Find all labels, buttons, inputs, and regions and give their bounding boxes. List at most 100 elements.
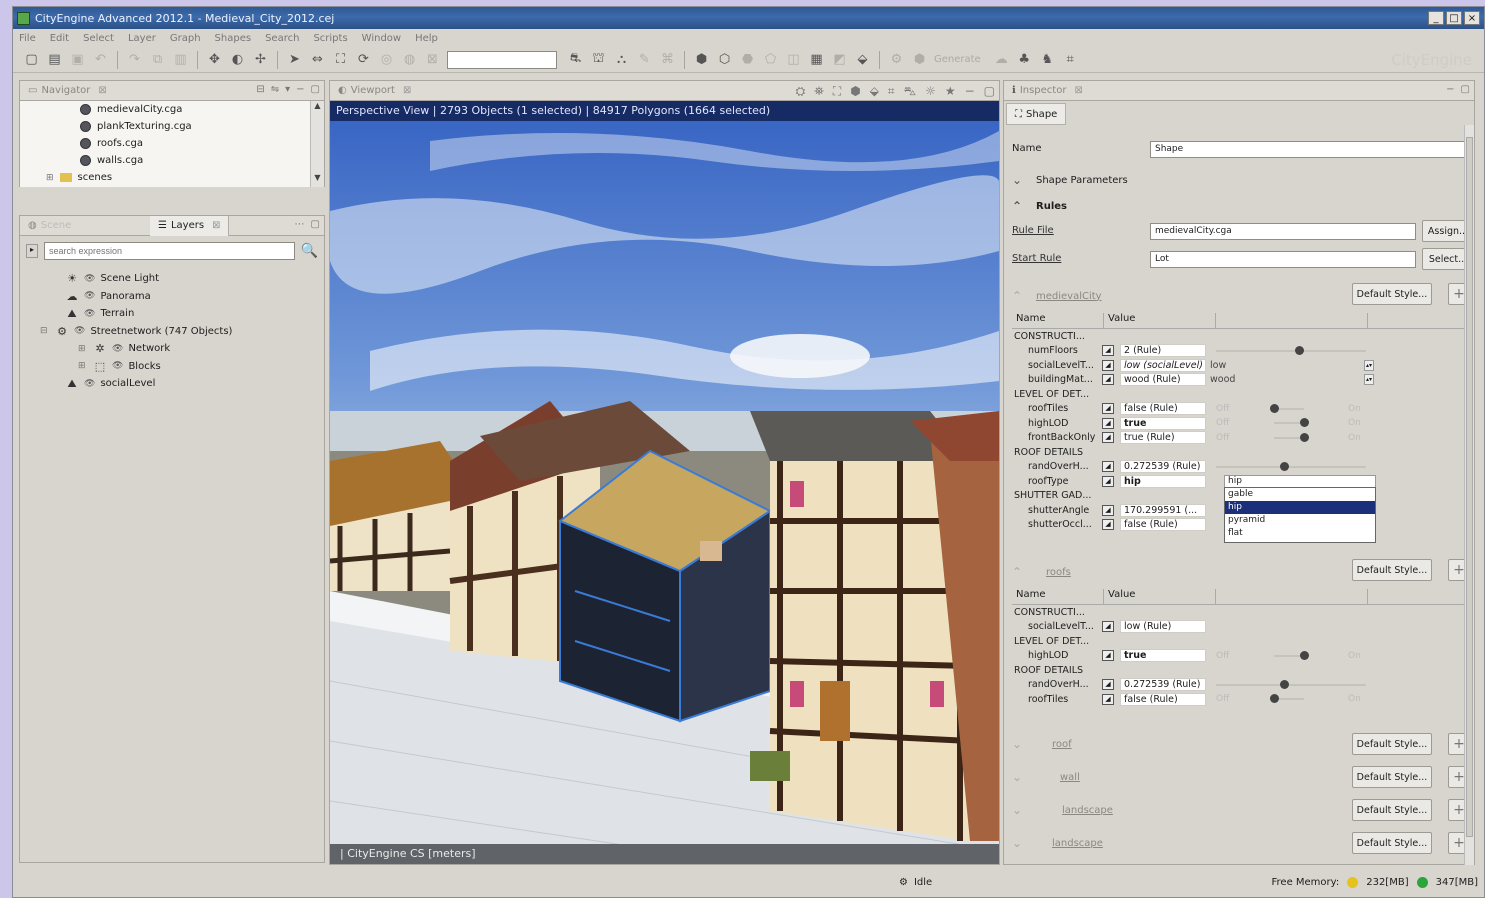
default-style-button[interactable]: Default Style...: [1352, 559, 1432, 581]
map-icon[interactable]: ◩: [831, 51, 848, 68]
attribute-value[interactable]: 0.272539 (Rule): [1120, 460, 1206, 474]
menu-shapes[interactable]: Shapes: [215, 33, 252, 44]
list-item[interactable]: walls.cga: [20, 152, 324, 169]
close-icon[interactable]: ⊠: [403, 85, 411, 96]
link-icon[interactable]: ⇋: [271, 84, 279, 95]
attribute-value[interactable]: 2 (Rule): [1120, 344, 1206, 358]
list-item[interactable]: medievalCity.cga: [20, 101, 324, 118]
texture-icon[interactable]: ◫: [785, 51, 802, 68]
attribute-row[interactable]: roofTiles ◢ false (Rule) Off On: [1012, 402, 1468, 417]
tab-navigator[interactable]: ▭ Navigator ⊠: [20, 81, 115, 101]
scroll-up-icon[interactable]: ▲: [311, 101, 324, 115]
connection-icon[interactable]: ◢: [1102, 650, 1114, 662]
section-landscape[interactable]: ⌄ landscape: [1012, 803, 1113, 817]
attribute-value[interactable]: 170.299591 (...: [1120, 503, 1206, 517]
maximize-icon[interactable]: ▢: [984, 84, 995, 100]
menu-graph[interactable]: Graph: [170, 33, 201, 44]
tab-shape[interactable]: ⛶ Shape: [1006, 103, 1067, 125]
quick-search-input[interactable]: [447, 50, 557, 69]
wireframe-icon[interactable]: ⛯: [814, 84, 824, 100]
rule-file-link[interactable]: Rule File: [1012, 225, 1054, 236]
models-icon[interactable]: ⬠: [762, 51, 779, 68]
toggle-knob[interactable]: [1270, 403, 1279, 413]
scroll-down-icon[interactable]: ▼: [311, 173, 324, 187]
connection-icon[interactable]: ◢: [1102, 475, 1114, 487]
maximize-icon[interactable]: ▢: [311, 219, 320, 230]
maximize-button[interactable]: □: [1446, 11, 1462, 25]
connection-icon[interactable]: ◢: [1102, 403, 1114, 415]
menu-select[interactable]: Select: [83, 33, 114, 44]
attribute-value[interactable]: low (Rule): [1120, 620, 1206, 634]
open-icon[interactable]: ▤: [46, 51, 63, 68]
pan-icon[interactable]: ✥: [206, 51, 223, 68]
generate-icon[interactable]: ⬢: [693, 51, 710, 68]
tab-inspector[interactable]: ℹ Inspector ⊠: [1004, 81, 1091, 101]
attribute-slider[interactable]: [1216, 679, 1366, 689]
rules-header[interactable]: ⌃ Rules: [1012, 199, 1067, 213]
eye-icon[interactable]: 👁: [84, 274, 95, 284]
minimize-icon[interactable]: −: [296, 84, 304, 95]
regenerate-icon[interactable]: ⬡: [716, 51, 733, 68]
attribute-row[interactable]: socialLevelT... ◢ low (Rule): [1012, 620, 1468, 635]
tree-icon[interactable]: ♣: [1016, 51, 1033, 68]
close-icon[interactable]: ⊠: [1074, 85, 1082, 96]
toggle-knob[interactable]: [1300, 650, 1309, 660]
eye-icon[interactable]: 👁: [84, 309, 95, 319]
name-field[interactable]: Shape: [1150, 141, 1470, 158]
close-icon[interactable]: ⊠: [212, 220, 220, 231]
connection-icon[interactable]: ◢: [1102, 417, 1114, 429]
display-icon[interactable]: ⛭: [796, 84, 806, 100]
undo-icon[interactable]: ↶: [92, 51, 109, 68]
toggle-knob[interactable]: [1300, 432, 1309, 442]
subdivide-icon[interactable]: ⬣: [739, 51, 756, 68]
tree-item[interactable]: ⛰ 👁 socialLevel: [20, 375, 324, 393]
attribute-slider[interactable]: [1216, 345, 1366, 355]
connection-icon[interactable]: ◢: [1102, 621, 1114, 633]
connection-icon[interactable]: ◢: [1102, 432, 1114, 444]
navigator-scrollbar[interactable]: ▲ ▼: [310, 101, 324, 187]
section-roofs[interactable]: ⌃ roofs: [1012, 565, 1071, 579]
light-icon[interactable]: ☼: [925, 84, 936, 100]
filter-icon[interactable]: ▾: [285, 84, 290, 95]
tree-item[interactable]: ☀ 👁 Scene Light: [20, 270, 324, 288]
connection-icon[interactable]: ◢: [1102, 693, 1114, 705]
new-icon[interactable]: ▢: [23, 51, 40, 68]
scrollbar-thumb[interactable]: [1466, 137, 1473, 837]
slider-knob[interactable]: [1294, 345, 1304, 355]
menu-help[interactable]: Help: [415, 33, 438, 44]
toggle-switch[interactable]: [1274, 432, 1309, 442]
expand-icon[interactable]: ⊞: [78, 344, 88, 354]
tree-item[interactable]: ⊟ ⚙ 👁 Streetnetwork (747 Objects): [20, 323, 324, 341]
shape-parameters-header[interactable]: ⌄ Shape Parameters: [1012, 173, 1128, 187]
section-wall[interactable]: ⌄ wall: [1012, 770, 1080, 784]
connection-icon[interactable]: ◢: [1102, 359, 1114, 371]
dropdown-option[interactable]: hip: [1225, 501, 1375, 514]
slider-knob[interactable]: [1279, 461, 1289, 471]
lock-icon[interactable]: ⊠: [424, 51, 441, 68]
attribute-row[interactable]: randOverH... ◢ 0.272539 (Rule): [1012, 460, 1468, 475]
roof-type-combo[interactable]: hip: [1224, 474, 1376, 488]
paste-icon[interactable]: ▥: [172, 51, 189, 68]
menu-search[interactable]: Search: [265, 33, 299, 44]
python-icon[interactable]: ♞: [1039, 51, 1056, 68]
tab-layers[interactable]: ☰ Layers ⊠: [150, 215, 230, 236]
save-icon[interactable]: ▣: [69, 51, 86, 68]
connection-icon[interactable]: ◢: [1102, 374, 1114, 386]
move-icon[interactable]: ⇔: [309, 51, 326, 68]
minimize-icon[interactable]: −: [1446, 84, 1454, 95]
attribute-slider[interactable]: [1216, 461, 1366, 471]
orbit-icon[interactable]: ◐: [229, 51, 246, 68]
default-style-button[interactable]: Default Style...: [1352, 832, 1432, 854]
rotate-icon[interactable]: ⟳: [355, 51, 372, 68]
cloud-icon[interactable]: ☁: [993, 51, 1010, 68]
camera-icon[interactable]: ⛍: [904, 84, 916, 100]
attribute-row[interactable]: buildingMat... ◢ wood (Rule) wood ▴▾: [1012, 373, 1468, 388]
block-icon[interactable]: ⛫: [590, 51, 607, 68]
collapse-icon[interactable]: ⊟: [256, 84, 264, 95]
close-button[interactable]: ×: [1464, 11, 1480, 25]
snap-icon[interactable]: ◎: [378, 51, 395, 68]
attribute-value[interactable]: true: [1120, 649, 1206, 663]
attribute-value[interactable]: wood (Rule): [1120, 373, 1206, 387]
minimize-icon[interactable]: −: [965, 84, 975, 100]
connection-icon[interactable]: ◢: [1102, 461, 1114, 473]
